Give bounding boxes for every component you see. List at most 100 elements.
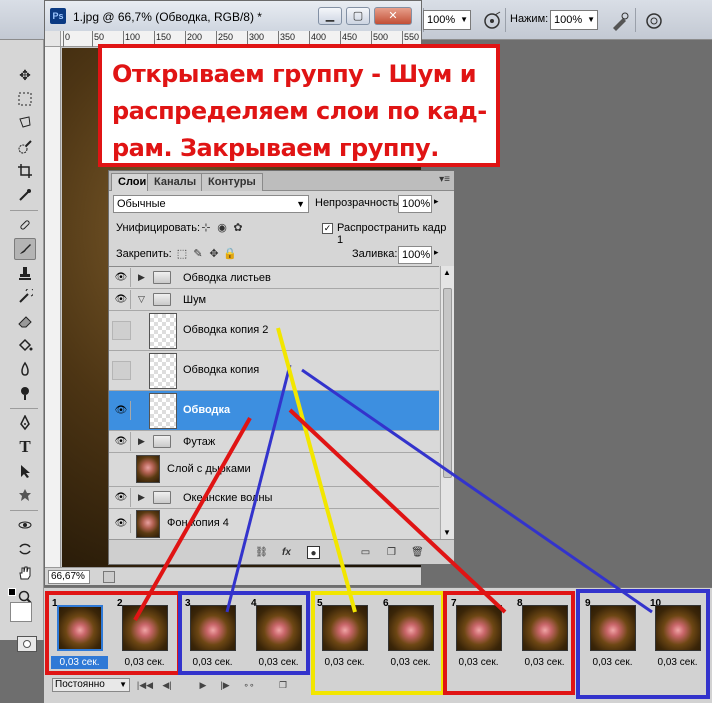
marquee-tool-icon[interactable] [14, 88, 36, 110]
collapse-triangle-icon[interactable]: ▽ [138, 294, 145, 305]
visibility-eye-empty-icon[interactable] [112, 321, 131, 340]
unify-visibility-icon[interactable]: ◉ [215, 221, 229, 235]
layer-row[interactable]: 👁 ▶ Обводка листьев [109, 267, 439, 289]
maximize-button[interactable]: ▢ [346, 7, 370, 25]
healing-brush-tool-icon[interactable] [14, 214, 36, 236]
layers-bottom-bar: ⛓ fx ● ◐ ▭ ❐ 🗑 [109, 539, 454, 564]
airbrush-icon[interactable] [608, 9, 630, 31]
navigator-icon[interactable] [103, 571, 115, 583]
eraser-tool-icon[interactable] [14, 310, 36, 332]
folder-icon[interactable]: ▭ [359, 546, 372, 559]
crop-tool-icon[interactable] [14, 160, 36, 182]
opacity-field[interactable]: 100% ▼ [423, 10, 471, 30]
new-frame-icon[interactable]: ❐ [274, 678, 292, 692]
3d-orbit-tool-icon[interactable] [14, 538, 36, 560]
visibility-eye-icon[interactable]: 👁 [112, 488, 131, 507]
mask-icon[interactable]: ● [307, 546, 320, 559]
history-brush-tool-icon[interactable] [14, 286, 36, 308]
zoom-field[interactable]: 66,67% [48, 570, 90, 584]
3d-rotate-tool-icon[interactable] [14, 514, 36, 536]
lock-pixels-icon[interactable]: ✎ [191, 247, 205, 261]
next-frame-icon[interactable]: |▶ [216, 678, 234, 692]
scrollbar-thumb[interactable] [443, 288, 452, 478]
close-button[interactable]: ✕ [374, 7, 412, 25]
expand-triangle-icon[interactable]: ▶ [138, 272, 145, 283]
quick-selection-tool-icon[interactable] [14, 136, 36, 158]
layer-row[interactable]: 👁 Фон копия 4 [109, 509, 439, 539]
clone-stamp-tool-icon[interactable] [14, 262, 36, 284]
visibility-eye-icon[interactable]: 👁 [112, 401, 131, 420]
quick-mask-icon[interactable] [17, 636, 37, 652]
visibility-eye-icon[interactable]: 👁 [112, 514, 131, 533]
visibility-eye-icon[interactable]: 👁 [112, 290, 131, 309]
blend-mode-select[interactable]: Обычные ▼ [113, 195, 309, 213]
panel-menu-icon[interactable]: ▾≡ [439, 174, 450, 185]
fill-arrow-icon[interactable]: ▸ [434, 247, 439, 258]
tablet-pressure-icon[interactable] [642, 9, 664, 31]
brush-tool-icon[interactable] [14, 238, 36, 260]
scroll-up-icon[interactable]: ▲ [443, 268, 451, 277]
frames-group-box-blue [178, 591, 310, 675]
dropdown-arrow-icon[interactable]: ▼ [460, 11, 468, 29]
layer-row[interactable]: Слой с дырками [109, 453, 439, 487]
link-icon[interactable]: ⛓ [255, 546, 268, 559]
lock-all-icon[interactable]: 🔒 [223, 247, 237, 261]
adjustment-icon[interactable]: ◐ [333, 546, 346, 559]
visibility-eye-icon[interactable]: 👁 [112, 268, 131, 287]
unify-position-icon[interactable]: ⊹ [199, 221, 213, 235]
tab-channels[interactable]: Каналы [147, 173, 204, 191]
visibility-eye-empty-icon[interactable] [112, 361, 131, 380]
scroll-down-icon[interactable]: ▼ [443, 528, 451, 537]
layer-row[interactable]: 👁 ▽ Шум [109, 289, 439, 311]
fx-icon[interactable]: fx [280, 546, 293, 559]
layer-row-selected[interactable]: 👁 Обводка [109, 391, 439, 431]
move-tool-icon[interactable]: ✥ [14, 64, 36, 86]
pen-tool-icon[interactable] [14, 412, 36, 434]
paint-bucket-tool-icon[interactable] [14, 334, 36, 356]
airbrush-pressure-icon[interactable] [480, 9, 502, 31]
dropdown-arrow-icon: ▼ [296, 199, 305, 209]
custom-shape-tool-icon[interactable] [14, 484, 36, 506]
dodge-tool-icon[interactable] [14, 382, 36, 404]
type-tool-icon[interactable]: T [14, 436, 36, 458]
ruler-mark: 400 [311, 32, 327, 42]
lock-position-icon[interactable]: ✥ [207, 247, 221, 261]
layer-row[interactable]: 👁 ▶ Океанские волны [109, 487, 439, 509]
layer-name: Шум [183, 294, 207, 306]
default-colors-icon[interactable] [8, 588, 16, 596]
propagate-frame-checkbox[interactable]: ✓ [322, 223, 333, 234]
expand-triangle-icon[interactable]: ▶ [138, 436, 145, 447]
lasso-tool-icon[interactable] [14, 112, 36, 134]
visibility-eye-icon[interactable]: 👁 [112, 432, 131, 451]
fill-field[interactable]: 100% [398, 246, 432, 264]
path-selection-tool-icon[interactable] [14, 460, 36, 482]
tab-paths[interactable]: Контуры [201, 173, 263, 191]
layer-row[interactable]: Обводка копия 2 [109, 311, 439, 351]
layer-row[interactable]: 👁 ▶ Футаж [109, 431, 439, 453]
tween-icon[interactable]: ∘∘ [240, 678, 258, 692]
foreground-color-swatch[interactable] [10, 602, 32, 622]
play-icon[interactable]: ▶ [194, 678, 212, 692]
dropdown-arrow-icon[interactable]: ▼ [587, 11, 595, 29]
opacity-arrow-icon[interactable]: ▸ [434, 196, 439, 207]
ruler-origin[interactable] [45, 31, 61, 47]
first-frame-icon[interactable]: |◀◀ [136, 678, 154, 692]
prev-frame-icon[interactable]: ◀| [158, 678, 176, 692]
expand-triangle-icon[interactable]: ▶ [138, 492, 145, 503]
layer-row[interactable]: Обводка копия [109, 351, 439, 391]
lock-transparency-icon[interactable]: ⬚ [175, 247, 189, 261]
layer-opacity-field[interactable]: 100% [398, 195, 432, 213]
hand-tool-icon[interactable] [14, 562, 36, 584]
loop-select[interactable]: Постоянно ▼ [52, 678, 130, 692]
vertical-ruler[interactable] [45, 47, 61, 567]
eyedropper-tool-icon[interactable] [14, 184, 36, 206]
layers-scrollbar[interactable]: ▲ ▼ [440, 266, 454, 539]
blur-tool-icon[interactable] [14, 358, 36, 380]
pressure-field[interactable]: 100% ▼ [550, 10, 598, 30]
document-title-bar[interactable]: Ps 1.jpg @ 66,7% (Обводка, RGB/8) * ▁ ▢ … [45, 1, 421, 31]
layer-name: Обводка [183, 404, 231, 416]
new-layer-icon[interactable]: ❐ [385, 546, 398, 559]
trash-icon[interactable]: 🗑 [411, 546, 424, 559]
unify-style-icon[interactable]: ✿ [231, 221, 245, 235]
minimize-button[interactable]: ▁ [318, 7, 342, 25]
